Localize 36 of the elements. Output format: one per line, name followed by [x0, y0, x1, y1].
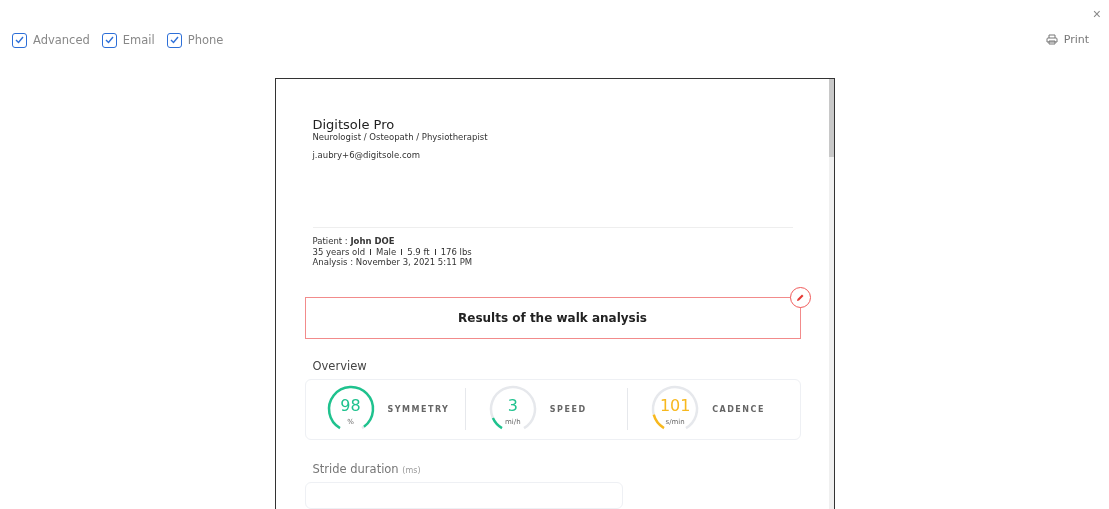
patient-detail: 5.9 ft: [407, 247, 430, 257]
checkbox-label: Advanced: [33, 33, 90, 47]
checkbox[interactable]: [101, 32, 117, 48]
print-button[interactable]: Print: [1043, 30, 1091, 48]
practitioner-name: Digitsole Pro: [312, 117, 396, 132]
gauge-track: [489, 385, 536, 430]
patient-detail: 176 lbs: [440, 247, 472, 257]
pencil-icon: [795, 293, 805, 302]
analysis-date: Analysis : November 3, 2021 5:11 PM: [312, 257, 474, 268]
checkbox[interactable]: [166, 32, 182, 48]
gauge-track: [360, 425, 365, 430]
scrollbar-thumb[interactable]: [828, 79, 834, 157]
check-icon: [104, 36, 114, 44]
close-button[interactable]: ×: [1088, 4, 1105, 24]
check-icon: [169, 36, 179, 44]
stride-title: Stride duration (ms): [312, 461, 422, 476]
printer-icon: [1045, 33, 1058, 45]
email-text: j.aubry+6@digitsole.com: [312, 150, 422, 161]
metric-label: SPEED: [549, 404, 587, 414]
specialty-text: Neurologist / Osteopath / Physiotherapist: [312, 132, 489, 143]
check-icon: [15, 36, 24, 44]
checkbox-label: Email: [122, 33, 155, 47]
patient-text: Patient : John DOE: [312, 236, 396, 247]
patient-detail: Male: [376, 247, 397, 257]
overview-title: Overview: [312, 358, 368, 373]
metric-label: SYMMETRY: [387, 404, 450, 414]
patient-detail: 35 years old: [312, 247, 366, 257]
results-title: Results of the walk analysis: [458, 310, 647, 325]
metric-value: 101: [658, 397, 692, 416]
checkbox-label: Phone: [187, 33, 224, 47]
edit-button[interactable]: [789, 287, 811, 308]
metric-value: 3: [506, 397, 519, 416]
gauge-track: [651, 385, 699, 430]
metric-value: 98: [339, 397, 362, 416]
checkbox[interactable]: [12, 32, 27, 48]
metric-label: CADENCE: [712, 404, 765, 414]
